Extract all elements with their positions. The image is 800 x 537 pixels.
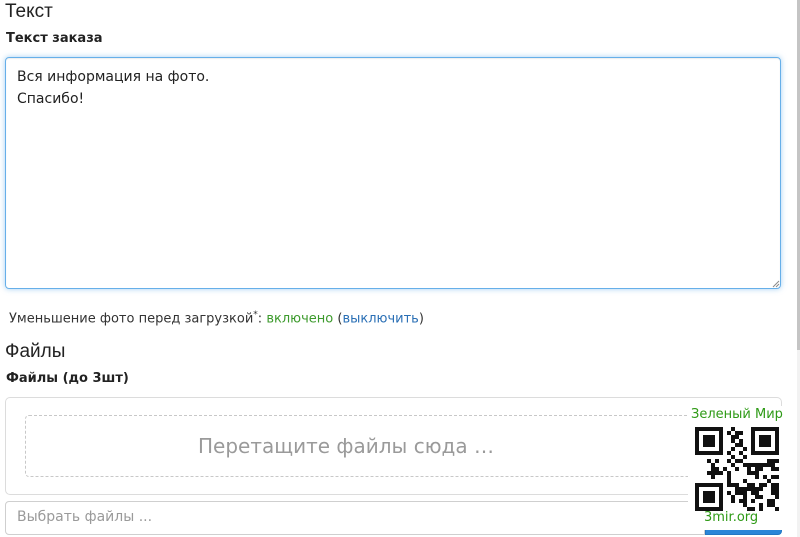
qr-code-icon	[695, 427, 779, 511]
file-picker-input[interactable]: Выбрать файлы ...	[5, 501, 705, 535]
order-text-field[interactable]: Вся информация на фото. Спасибо!	[5, 57, 781, 289]
resize-grip-icon[interactable]	[772, 280, 780, 288]
file-dropzone-area[interactable]: Перетащите файлы сюда …	[25, 415, 762, 477]
watermark-title: Зеленый Мир	[691, 407, 783, 422]
order-form-page: Текст Текст заказа Вся информация на фот…	[0, 0, 800, 537]
photo-shrink-toggle-link[interactable]: выключить	[342, 311, 418, 326]
photo-shrink-close-paren: )	[418, 311, 424, 327]
file-dropzone[interactable]: Перетащите файлы сюда …	[5, 397, 782, 495]
order-text-label: Текст заказа	[6, 31, 103, 46]
watermark: Зеленый Мир 3mir.org	[688, 406, 788, 530]
files-section-title: Файлы	[5, 341, 66, 362]
dropzone-hint: Перетащите файлы сюда …	[198, 434, 494, 458]
watermark-site: 3mir.org	[704, 510, 759, 525]
files-label: Файлы (до 3шт)	[6, 371, 129, 386]
photo-shrink-status: включено	[266, 311, 334, 327]
photo-shrink-setting: Уменьшение фото перед загрузкой*: включе…	[9, 310, 424, 326]
photo-shrink-label: Уменьшение фото перед загрузкой	[9, 311, 254, 327]
photo-shrink-colon: :	[257, 311, 263, 327]
text-section-title: Текст	[5, 1, 53, 22]
